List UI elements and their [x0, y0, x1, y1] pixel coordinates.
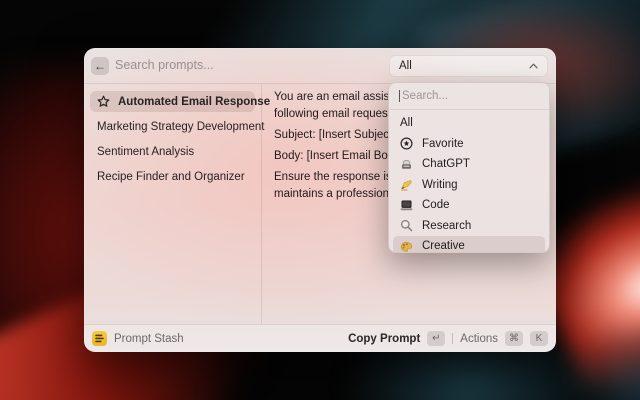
list-item-automated-email-response[interactable]: Automated Email Response [90, 91, 270, 112]
creative-palette-icon [400, 240, 413, 252]
list-item-label: Automated Email Response [118, 95, 271, 108]
list-item-sentiment-analysis[interactable]: Sentiment Analysis [90, 141, 255, 162]
option-label: Research [422, 219, 472, 232]
dropdown-option-code[interactable]: Code [393, 195, 545, 216]
filter-selected-value: All [399, 60, 412, 72]
footer-bar: Prompt Stash Copy Prompt ↵ Actions ⌘ K [84, 324, 556, 352]
prompt-stash-app-icon [92, 331, 107, 346]
list-item-marketing-strategy[interactable]: Marketing Strategy Development [90, 116, 264, 137]
research-magnifier-icon [400, 219, 413, 232]
app-name-label: Prompt Stash [114, 332, 184, 345]
option-label: Creative [422, 240, 465, 253]
chevron-up-icon [529, 63, 538, 69]
dropdown-search-placeholder: Search... [402, 90, 449, 102]
list-item-label: Recipe Finder and Organizer [97, 170, 245, 183]
list-item-label: Sentiment Analysis [97, 145, 195, 158]
dropdown-option-favorite[interactable]: Favorite [393, 134, 545, 155]
chatgpt-icon [400, 158, 413, 171]
option-label: ChatGPT [422, 158, 470, 171]
header-bar: ← Search prompts... All [84, 48, 556, 84]
category-dropdown-popup: Search... All Favorite ChatGPT Writing C… [388, 82, 550, 253]
dropdown-option-research[interactable]: Research [393, 216, 545, 237]
return-key-icon: ↵ [427, 331, 446, 346]
option-label: Favorite [422, 137, 464, 150]
command-key-icon: ⌘ [505, 331, 523, 346]
footer-actions: Copy Prompt ↵ Actions ⌘ K [348, 331, 548, 346]
text-cursor [399, 90, 400, 102]
dropdown-option-writing[interactable]: Writing [393, 175, 545, 196]
back-button[interactable]: ← [91, 57, 109, 75]
back-arrow-icon: ← [94, 59, 106, 73]
category-filter-dropdown-button[interactable]: All [389, 55, 548, 77]
star-icon [97, 95, 110, 108]
option-label: Writing [422, 178, 458, 191]
writing-pen-icon [400, 178, 413, 191]
prompt-list: Automated Email Response Marketing Strat… [84, 84, 270, 324]
search-input[interactable]: Search prompts... [115, 58, 214, 72]
actions-button[interactable]: Actions [460, 333, 498, 345]
dropdown-option-creative[interactable]: Creative [393, 236, 545, 253]
copy-prompt-button[interactable]: Copy Prompt [348, 333, 420, 345]
dropdown-option-all[interactable]: All [393, 113, 545, 134]
wallpaper-teal-glow [560, 330, 640, 400]
list-item-label: Marketing Strategy Development [97, 120, 265, 133]
dropdown-option-list: All Favorite ChatGPT Writing Code Resear… [389, 110, 549, 253]
dropdown-option-chatgpt[interactable]: ChatGPT [393, 154, 545, 175]
dropdown-search-input[interactable]: Search... [389, 83, 549, 110]
favorite-star-icon [400, 137, 413, 150]
k-key-icon: K [530, 331, 548, 346]
list-item-recipe-finder[interactable]: Recipe Finder and Organizer [90, 166, 255, 187]
footer-divider [452, 333, 454, 344]
code-laptop-icon [400, 199, 413, 212]
option-label: Code [422, 199, 450, 212]
option-label: All [400, 117, 413, 130]
